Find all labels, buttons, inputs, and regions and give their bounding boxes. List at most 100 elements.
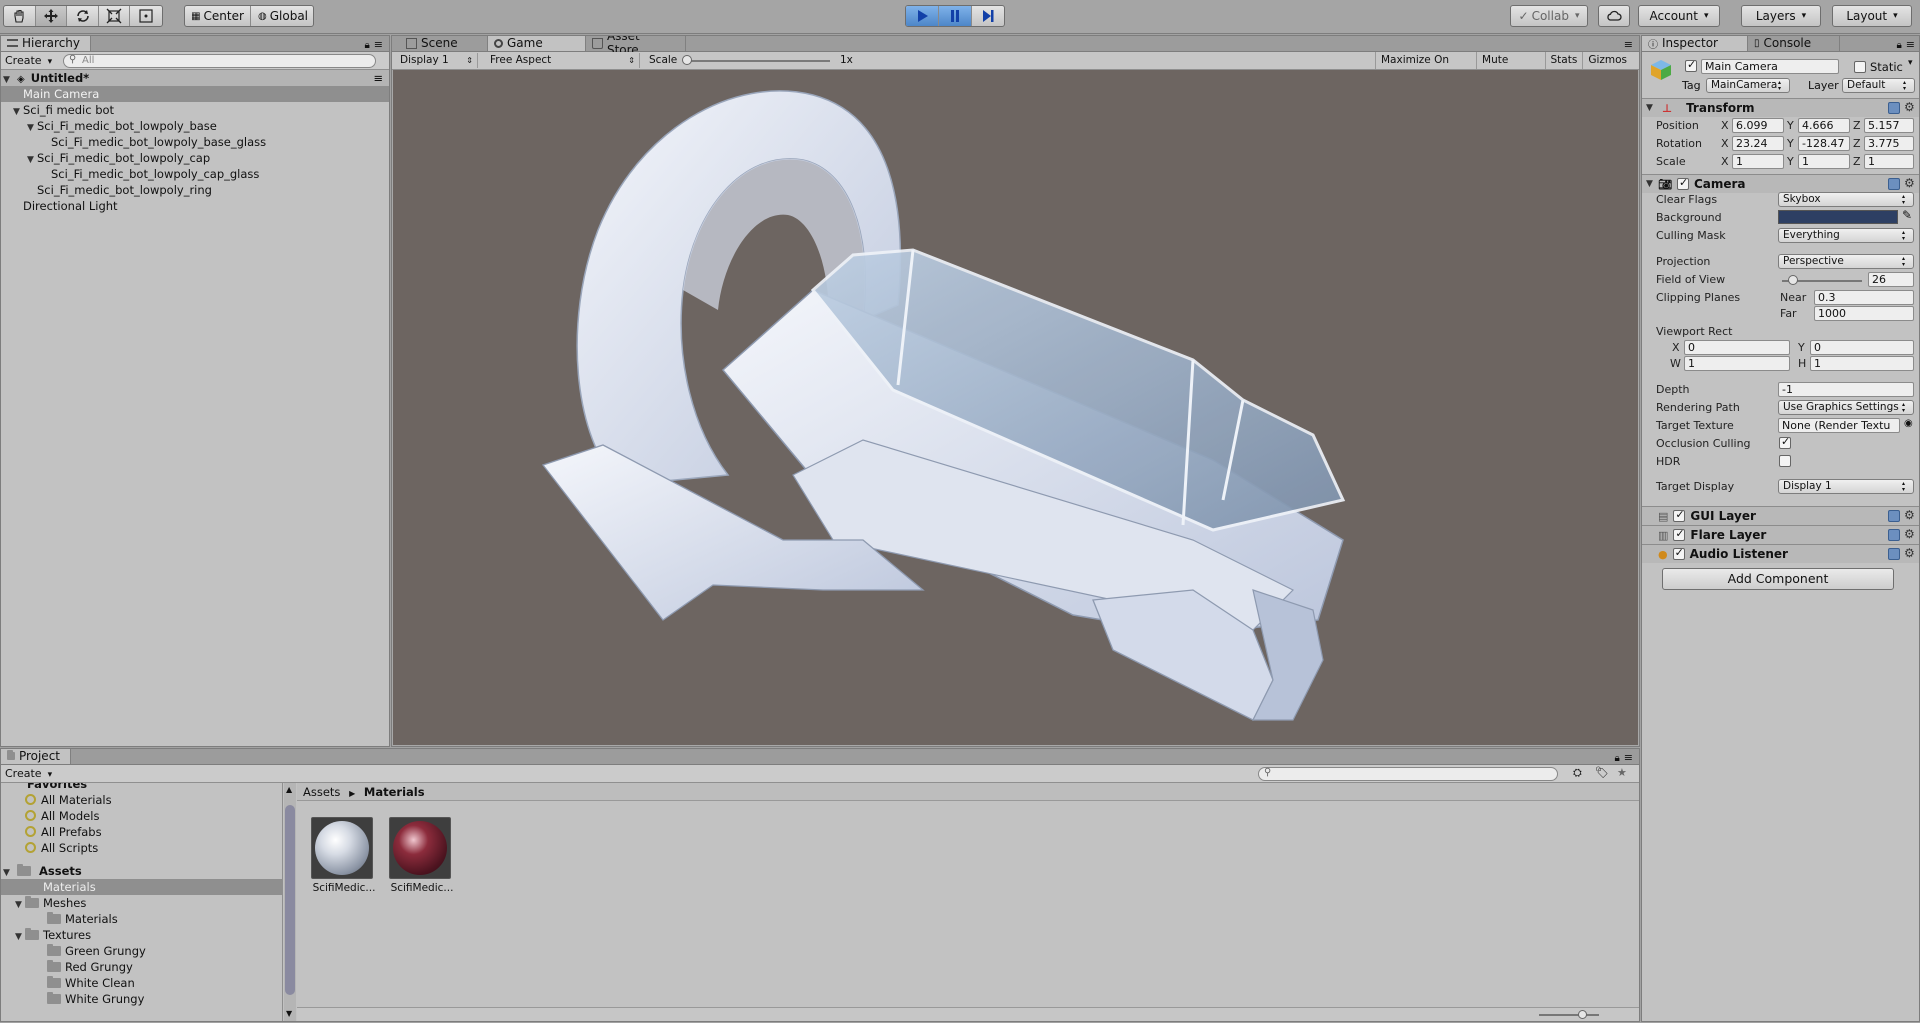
filter-by-label-icon[interactable]: 🏷︎ — [1595, 766, 1609, 779]
fov-field[interactable]: 26 — [1868, 272, 1914, 287]
folder-tree-item[interactable]: Materials — [1, 879, 282, 895]
hierarchy-search-input[interactable]: All — [63, 54, 376, 68]
depth-field[interactable]: -1 — [1778, 382, 1914, 397]
panel-menu-icon[interactable]: ≡ — [374, 38, 383, 51]
star-icon[interactable]: ★ — [1617, 766, 1627, 779]
rotation-y-field[interactable]: -128.47 — [1798, 136, 1850, 151]
object-name-field[interactable]: Main Camera — [1701, 59, 1839, 74]
vp-x-field[interactable]: 0 — [1684, 340, 1790, 355]
pivot-center-button[interactable]: ▦ Center — [185, 6, 251, 26]
component-enabled-checkbox[interactable] — [1673, 527, 1686, 541]
scroll-up-icon[interactable]: ▲ — [286, 785, 292, 794]
camera-enabled-checkbox[interactable] — [1676, 176, 1689, 190]
tab-scene[interactable]: Scene — [400, 36, 488, 51]
gear-icon[interactable]: ⚙ — [1904, 527, 1915, 541]
move-tool-button[interactable] — [35, 6, 68, 26]
scene-root-row[interactable]: ▼ ◈ Untitled* ≡ — [1, 70, 389, 86]
far-field[interactable]: 1000 — [1814, 306, 1914, 321]
assets-root[interactable]: ▼ Assets — [3, 863, 82, 879]
stats-toggle[interactable]: Stats — [1544, 52, 1583, 69]
tree-scrollbar-thumb[interactable] — [285, 805, 295, 995]
hierarchy-item[interactable]: Main Camera — [1, 86, 389, 102]
component-enabled-checkbox[interactable] — [1673, 508, 1686, 522]
position-x-field[interactable]: 6.099 — [1732, 118, 1784, 133]
scale-z-field[interactable]: 1 — [1864, 154, 1914, 169]
mute-audio-toggle[interactable]: Mute Audio — [1476, 52, 1544, 83]
rect-tool-button[interactable] — [130, 6, 162, 26]
icon-size-slider-thumb[interactable] — [1578, 1010, 1587, 1019]
hierarchy-item[interactable]: Directional Light — [1, 198, 389, 214]
play-button[interactable] — [906, 6, 940, 26]
scale-slider-thumb[interactable] — [682, 55, 692, 65]
active-checkbox[interactable] — [1685, 58, 1697, 72]
tree-scrollbar[interactable]: ▲ ▼ — [284, 783, 296, 1021]
gear-icon[interactable]: ⚙ — [1904, 100, 1915, 114]
occlusion-culling-checkbox[interactable] — [1779, 435, 1791, 449]
lock-icon[interactable]: 🔒︎ — [364, 40, 369, 51]
hierarchy-item[interactable]: Sci_Fi_medic_bot_lowpoly_ring — [1, 182, 389, 198]
panel-menu-icon[interactable]: ≡ — [1624, 751, 1633, 764]
hierarchy-create-button[interactable]: Create — [5, 54, 52, 67]
project-search-input[interactable] — [1258, 767, 1558, 781]
tag-dropdown[interactable]: MainCamera — [1706, 78, 1790, 93]
clear-flags-dropdown[interactable]: Skybox — [1778, 192, 1914, 207]
breadcrumb-materials[interactable]: Materials — [364, 785, 425, 799]
camera-header[interactable]: ▼ 📷︎ Camera ⚙ — [1642, 174, 1919, 193]
layers-dropdown[interactable]: Layers — [1741, 5, 1821, 27]
icon-size-slider[interactable] — [1539, 1014, 1599, 1016]
folder-tree-item[interactable]: White Grungy — [1, 991, 282, 1007]
breadcrumb-assets[interactable]: Assets — [303, 785, 340, 799]
scale-tool-button[interactable] — [99, 6, 131, 26]
folder-tree-item[interactable]: Green Grungy — [1, 943, 282, 959]
rotation-z-field[interactable]: 3.775 — [1864, 136, 1914, 151]
folder-tree-item[interactable]: White Clean — [1, 975, 282, 991]
component-header[interactable]: ● Audio Listener ⚙ — [1642, 544, 1919, 563]
target-texture-field[interactable]: None (Render Textu — [1778, 418, 1900, 433]
eyedropper-icon[interactable]: ✎ — [1902, 208, 1912, 222]
background-color-swatch[interactable] — [1778, 210, 1898, 224]
tab-console[interactable]: ▯ Console — [1748, 36, 1840, 51]
component-header[interactable]: ▥ Flare Layer ⚙ — [1642, 525, 1919, 544]
favorite-item[interactable]: All Materials — [25, 792, 112, 808]
favorite-item[interactable]: All Prefabs — [25, 824, 102, 840]
account-dropdown[interactable]: Account — [1638, 5, 1720, 27]
tab-game[interactable]: Game — [488, 36, 586, 51]
cloud-button[interactable] — [1598, 5, 1630, 27]
fov-slider-thumb[interactable] — [1788, 275, 1798, 285]
folder-tree-item[interactable]: Materials — [1, 911, 282, 927]
aspect-dropdown[interactable]: Free Aspect ⇕ — [486, 53, 640, 68]
help-icon[interactable] — [1888, 548, 1900, 560]
hierarchy-item[interactable]: ▼ Sci_Fi_medic_bot_lowpoly_base — [1, 118, 389, 134]
folder-tree-item[interactable]: ▼ Textures — [1, 927, 282, 943]
help-icon[interactable] — [1888, 510, 1900, 522]
scale-x-field[interactable]: 1 — [1732, 154, 1784, 169]
object-picker-icon[interactable]: ◉ — [1904, 418, 1913, 429]
tab-inspector[interactable]: ⓘ Inspector — [1642, 36, 1748, 51]
target-display-dropdown[interactable]: Display 1 — [1778, 479, 1914, 494]
game-viewport[interactable] — [393, 70, 1638, 745]
favorites-header[interactable]: Favorites — [27, 783, 87, 792]
maximize-on-play-toggle[interactable]: Maximize On Play — [1375, 52, 1476, 83]
scroll-down-icon[interactable]: ▼ — [286, 1009, 292, 1018]
favorite-item[interactable]: All Models — [25, 808, 99, 824]
help-icon[interactable] — [1888, 178, 1900, 190]
add-component-button[interactable]: Add Component — [1662, 568, 1894, 590]
scale-slider[interactable] — [685, 60, 830, 62]
transform-header[interactable]: ▼ ⊥ Transform ⚙ — [1642, 98, 1919, 117]
scene-menu-icon[interactable]: ≡ — [373, 70, 383, 86]
near-field[interactable]: 0.3 — [1814, 290, 1914, 305]
scale-y-field[interactable]: 1 — [1798, 154, 1850, 169]
gear-icon[interactable]: ⚙ — [1904, 508, 1915, 522]
rotate-tool-button[interactable] — [67, 6, 99, 26]
folder-tree-item[interactable]: Red Grungy — [1, 959, 282, 975]
static-checkbox[interactable] — [1854, 61, 1866, 73]
hierarchy-item[interactable]: ▼ Sci_Fi_medic_bot_lowpoly_cap — [1, 150, 389, 166]
gear-icon[interactable]: ⚙ — [1904, 546, 1915, 560]
culling-mask-dropdown[interactable]: Everything — [1778, 228, 1914, 243]
hierarchy-item[interactable]: ▼ Sci_fi medic bot — [1, 102, 389, 118]
layout-dropdown[interactable]: Layout — [1832, 5, 1912, 27]
tab-hierarchy[interactable]: Hierarchy — [1, 36, 92, 51]
vp-h-field[interactable]: 1 — [1810, 356, 1914, 371]
position-y-field[interactable]: 4.666 — [1798, 118, 1850, 133]
help-icon[interactable] — [1888, 102, 1900, 114]
